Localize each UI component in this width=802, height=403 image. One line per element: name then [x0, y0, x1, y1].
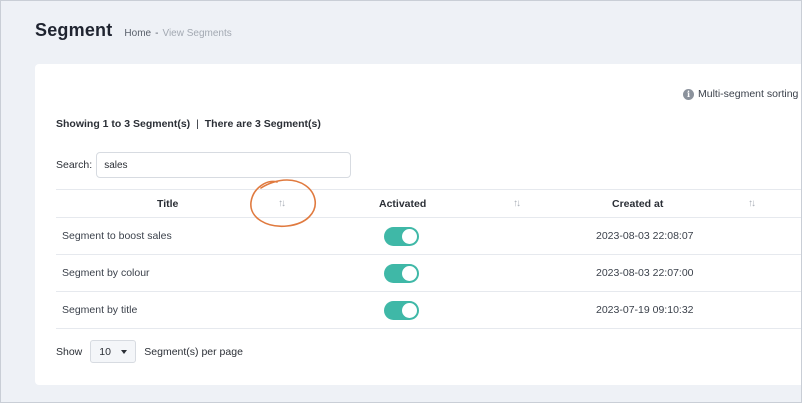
- table-row: Segment to boost sales 2023-08-03 22:08:…: [56, 218, 802, 255]
- search-input[interactable]: [96, 152, 352, 178]
- breadcrumb-current: View Segments: [162, 28, 232, 39]
- segments-card: i Multi-segment sorting Showing 1 to 3 S…: [35, 64, 802, 385]
- showing-range-text: Showing 1 to 3 Segment(s): [56, 118, 191, 130]
- pagination-row: Show 10 Segment(s) per page: [56, 340, 243, 363]
- breadcrumb-separator: -: [155, 28, 159, 39]
- created-at: 2023-08-03 22:08:07: [596, 230, 694, 242]
- breadcrumb-home-link[interactable]: Home: [124, 28, 151, 39]
- table-row: Segment by colour 2023-08-03 22:07:00: [56, 255, 802, 292]
- toggle-knob: [402, 229, 417, 244]
- search-row: Search:: [56, 152, 352, 178]
- breadcrumb: Home - View Segments: [124, 28, 231, 39]
- created-at: 2023-08-03 22:07:00: [596, 267, 694, 279]
- activated-toggle[interactable]: [384, 264, 419, 283]
- show-label: Show: [56, 345, 83, 358]
- sort-icon[interactable]: ↑↓: [748, 198, 756, 209]
- activated-toggle[interactable]: [384, 301, 419, 320]
- column-header-title[interactable]: Title: [157, 198, 178, 210]
- sort-icon[interactable]: ↑↓: [513, 198, 521, 209]
- showing-separator: |: [196, 118, 199, 130]
- per-page-select[interactable]: 10: [90, 340, 137, 363]
- chevron-down-icon: [121, 349, 128, 354]
- page-title: Segment: [35, 20, 113, 40]
- info-icon: i: [683, 88, 694, 100]
- column-header-activated[interactable]: Activated: [379, 198, 426, 210]
- table-row: Segment by title 2023-07-19 09:10:32: [56, 292, 802, 329]
- multi-sort-label: Multi-segment sorting: [698, 88, 799, 100]
- column-header-created-at[interactable]: Created at: [612, 198, 663, 210]
- per-page-value: 10: [99, 345, 111, 358]
- activated-toggle[interactable]: [384, 227, 419, 246]
- page-header: Segment Home - View Segments: [35, 20, 232, 41]
- toggle-knob: [402, 266, 417, 281]
- toggle-knob: [402, 303, 417, 318]
- segment-title: Segment by colour: [62, 267, 150, 279]
- created-at: 2023-07-19 09:10:32: [596, 304, 694, 316]
- per-page-suffix: Segment(s) per page: [144, 345, 243, 358]
- showing-summary: Showing 1 to 3 Segment(s) | There are 3 …: [56, 118, 321, 130]
- table-header: Title ↑↓ Activated ↑↓ Created at ↑↓: [56, 189, 802, 218]
- sort-icon[interactable]: ↑↓: [278, 198, 286, 209]
- total-count-text: There are 3 Segment(s): [204, 118, 321, 130]
- multi-sort-note: i Multi-segment sorting: [683, 88, 798, 100]
- search-label: Search:: [56, 159, 93, 171]
- segments-table: Title ↑↓ Activated ↑↓ Created at ↑↓ Segm…: [56, 189, 802, 329]
- segment-title: Segment to boost sales: [62, 230, 172, 242]
- segment-title: Segment by title: [62, 304, 138, 316]
